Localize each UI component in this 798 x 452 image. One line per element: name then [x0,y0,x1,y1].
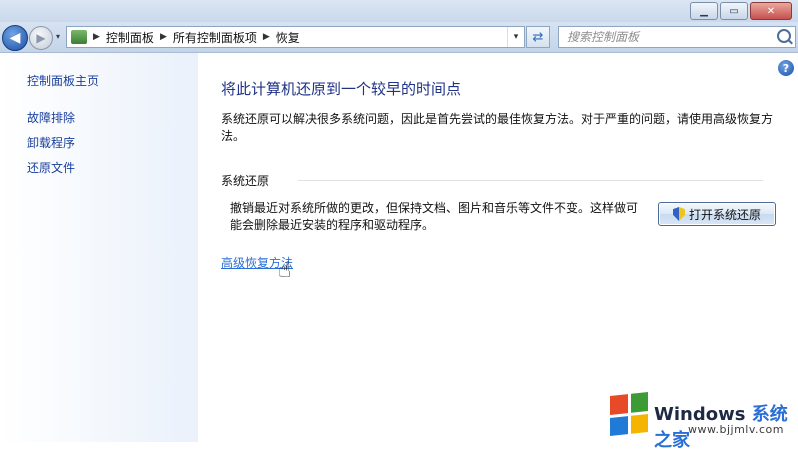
main-content: ? 将此计算机还原到一个较早的时间点 系统还原可以解决很多系统问题，因此是首先尝… [198,53,798,442]
minimize-button[interactable]: ▁ [690,2,718,20]
sidebar-item-control-panel-home[interactable]: 控制面板主页 [27,72,99,89]
breadcrumb-recovery[interactable]: 恢复 [276,29,300,46]
title-bar: ▁ ▭ ✕ [0,0,798,22]
back-button[interactable]: ◀ [2,25,28,51]
maximize-button[interactable]: ▭ [720,2,748,20]
hand-cursor-icon: ☝ [278,258,292,283]
uac-shield-icon [672,207,685,221]
window-controls: ▁ ▭ ✕ [688,2,792,20]
address-dropdown-icon[interactable]: ▾ [507,27,524,47]
breadcrumb-separator-icon[interactable]: ▶ [93,32,100,42]
watermark: Windows 系统之家 www.bjjmlv.com [608,392,798,451]
refresh-button[interactable]: ⇄ [526,26,550,48]
sidebar-item-troubleshooting[interactable]: 故障排除 [27,109,75,126]
sidebar: 控制面板主页 故障排除 卸载程序 还原文件 [0,53,198,442]
system-restore-group-header: 系统还原 [221,174,270,188]
group-divider [298,180,763,181]
breadcrumb-all-items[interactable]: 所有控制面板项 [173,29,257,46]
breadcrumb-separator-icon[interactable]: ▶ [263,32,270,42]
open-system-restore-label: 打开系统还原 [688,207,761,222]
system-restore-description: 撤销最近对系统所做的更改，但保持文档、图片和音乐等文件不变。这样做可能会删除最近… [230,201,639,232]
navigation-bar: ◀ ▶ ▾ ▶ 控制面板 ▶ 所有控制面板项 ▶ 恢复 ▾ ⇄ [0,22,798,53]
watermark-url: www.bjjmlv.com [688,423,784,436]
close-button[interactable]: ✕ [750,2,792,20]
recent-pages-dropdown-icon[interactable]: ▾ [56,32,60,41]
watermark-title-en: Windows [654,404,746,425]
forward-button[interactable]: ▶ [29,26,53,50]
breadcrumb-control-panel[interactable]: 控制面板 [106,29,154,46]
page-title: 将此计算机还原到一个较早的时间点 [221,80,462,98]
breadcrumb-separator-icon[interactable]: ▶ [160,32,167,42]
search-box[interactable] [558,26,796,48]
address-bar[interactable]: ▶ 控制面板 ▶ 所有控制面板项 ▶ 恢复 ▾ [66,26,525,48]
help-icon[interactable]: ? [778,60,794,76]
search-icon[interactable] [777,29,791,43]
open-system-restore-button[interactable]: 打开系统还原 [658,202,776,226]
sidebar-item-restore-files[interactable]: 还原文件 [27,159,75,176]
search-input[interactable] [565,29,769,45]
page-description: 系统还原可以解决很多系统问题，因此是首先尝试的最佳恢复方法。对于严重的问题，请使… [221,112,774,143]
windows-logo-icon [610,392,648,436]
sidebar-item-uninstall-program[interactable]: 卸载程序 [27,134,75,151]
control-panel-icon [71,30,87,44]
